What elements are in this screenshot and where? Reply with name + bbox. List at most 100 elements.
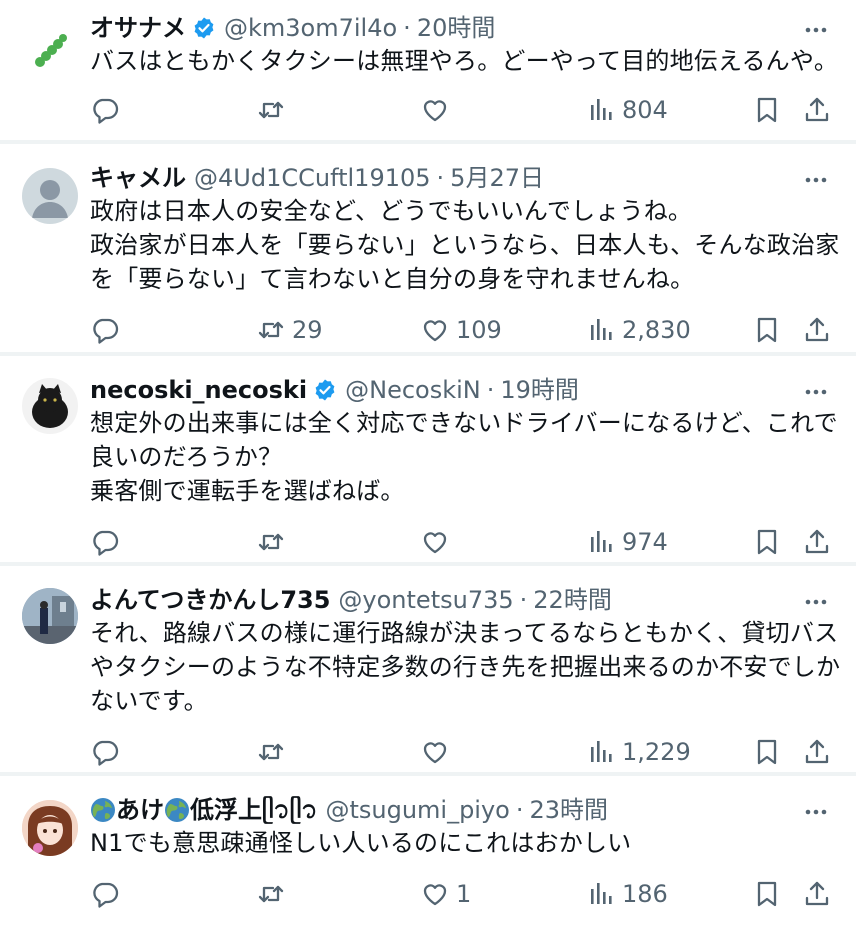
action-bar: 804 bbox=[0, 90, 856, 130]
share-button[interactable] bbox=[802, 90, 832, 130]
tweet-text-line: 政治家が日本人を「要らない」というなら、日本人も、そんな政治家 bbox=[90, 231, 840, 259]
views-button[interactable]: 974 bbox=[586, 522, 668, 562]
share-button[interactable] bbox=[802, 874, 832, 914]
tweet[interactable]: よんてつきかんし735 @yontetsu735 · 22時間 それ、路線バスの… bbox=[0, 566, 856, 772]
user-handle[interactable]: @tsugumi_piyo bbox=[325, 796, 509, 824]
heart-icon bbox=[420, 737, 450, 767]
bookmark-button[interactable] bbox=[752, 874, 782, 914]
share-icon bbox=[802, 315, 832, 345]
more-icon[interactable] bbox=[802, 166, 830, 194]
views-icon bbox=[586, 95, 616, 125]
tweet[interactable]: necoski_necoski @NecoskiN · 19時間 想定外の出来事… bbox=[0, 356, 856, 562]
action-bar: 1 186 bbox=[0, 874, 856, 914]
more-icon[interactable] bbox=[802, 798, 830, 826]
user-handle[interactable]: @km3om7il4o bbox=[224, 14, 397, 42]
avatar[interactable] bbox=[22, 588, 78, 644]
action-bar: 1,229 bbox=[0, 732, 856, 772]
display-name[interactable]: キャメル bbox=[90, 164, 186, 192]
like-button[interactable]: 1 bbox=[420, 874, 471, 914]
retweet-icon bbox=[256, 737, 286, 767]
avatar[interactable] bbox=[22, 168, 78, 224]
avatar[interactable] bbox=[22, 378, 78, 434]
timestamp[interactable]: 22時間 bbox=[533, 586, 612, 614]
display-name[interactable]: よんてつきかんし735 bbox=[90, 586, 330, 614]
reply-button[interactable] bbox=[90, 874, 120, 914]
like-button[interactable] bbox=[420, 90, 450, 130]
bookmark-button[interactable] bbox=[752, 522, 782, 562]
views-button[interactable]: 804 bbox=[586, 90, 668, 130]
tweet[interactable]: オサナメ @km3om7il4o · 20時間 バスはともかくタクシーは無理やろ… bbox=[0, 0, 856, 140]
tweet-text-line: それ、路線バスの様に運行路線が決まってるならともかく、貸切バス bbox=[90, 619, 839, 647]
action-bar: 974 bbox=[0, 522, 856, 562]
bookmark-button[interactable] bbox=[752, 90, 782, 130]
reply-icon bbox=[90, 737, 120, 767]
reply-button[interactable] bbox=[90, 90, 120, 130]
tweet[interactable]: あけ 低浮上 ᥫ᭡ᥫ᭡ @tsugumi_piyo · 23時間 N1でも意思疎… bbox=[0, 776, 856, 926]
user-handle[interactable]: @yontetsu735 bbox=[338, 586, 513, 614]
views-icon bbox=[586, 737, 616, 767]
more-icon[interactable] bbox=[802, 378, 830, 406]
separator-dot: · bbox=[519, 586, 528, 614]
timestamp[interactable]: 5月27日 bbox=[450, 164, 544, 192]
separator-dot: · bbox=[403, 14, 411, 42]
views-button[interactable]: 2,830 bbox=[586, 310, 691, 350]
timestamp[interactable]: 23時間 bbox=[530, 796, 609, 824]
reply-icon bbox=[90, 95, 120, 125]
avatar[interactable] bbox=[22, 800, 78, 856]
display-name[interactable]: あけ bbox=[116, 796, 164, 824]
views-count: 1,229 bbox=[622, 738, 691, 766]
timestamp[interactable]: 19時間 bbox=[500, 376, 579, 404]
retweet-button[interactable]: 29 bbox=[256, 310, 323, 350]
retweet-button[interactable] bbox=[256, 522, 286, 562]
tweet-text: 政府は日本人の安全など、どうでもいいんでしょうね。 政治家が日本人を「要らない」… bbox=[90, 194, 840, 296]
reply-button[interactable] bbox=[90, 522, 120, 562]
earth-globe-icon bbox=[90, 797, 116, 823]
retweet-icon bbox=[256, 527, 286, 557]
tweet-text-line: 政府は日本人の安全など、どうでもいいんでしょうね。 bbox=[90, 197, 693, 225]
heart-icon bbox=[420, 527, 450, 557]
tweet-text: バスはともかくタクシーは無理やろ。どーやって目的地伝えるんや。 bbox=[90, 44, 838, 78]
like-button[interactable] bbox=[420, 522, 450, 562]
user-handle[interactable]: @4Ud1CCuftl19105 bbox=[194, 164, 431, 192]
heart-icon bbox=[420, 95, 450, 125]
reply-button[interactable] bbox=[90, 310, 120, 350]
retweet-icon bbox=[256, 95, 286, 125]
share-icon bbox=[802, 879, 832, 909]
more-icon[interactable] bbox=[802, 16, 830, 44]
bookmark-button[interactable] bbox=[752, 732, 782, 772]
bookmark-icon bbox=[752, 315, 782, 345]
tweet-text-line: やタクシーのような不特定多数の行き先を把握出来るのか不安でしか bbox=[90, 653, 841, 681]
views-button[interactable]: 1,229 bbox=[586, 732, 691, 772]
timestamp[interactable]: 20時間 bbox=[417, 14, 496, 42]
share-button[interactable] bbox=[802, 310, 832, 350]
share-button[interactable] bbox=[802, 732, 832, 772]
avatar[interactable] bbox=[22, 22, 78, 78]
user-handle[interactable]: @NecoskiN bbox=[345, 376, 481, 404]
more-icon[interactable] bbox=[802, 588, 830, 616]
views-count: 186 bbox=[622, 880, 668, 908]
views-count: 2,830 bbox=[622, 316, 691, 344]
separator-dot: · bbox=[436, 164, 445, 192]
share-button[interactable] bbox=[802, 522, 832, 562]
retweet-button[interactable] bbox=[256, 874, 286, 914]
retweet-button[interactable] bbox=[256, 90, 286, 130]
heart-icon bbox=[420, 315, 450, 345]
retweet-button[interactable] bbox=[256, 732, 286, 772]
tweet[interactable]: キャメル @4Ud1CCuftl19105 · 5月27日 政府は日本人の安全な… bbox=[0, 144, 856, 352]
tweet-text: N1でも意思疎通怪しい人いるのにこれはおかしい bbox=[90, 826, 832, 860]
tweet-header: オサナメ @km3om7il4o · 20時間 bbox=[90, 14, 832, 42]
verified-badge-icon bbox=[192, 16, 216, 40]
views-button[interactable]: 186 bbox=[586, 874, 668, 914]
tweet-header: あけ 低浮上 ᥫ᭡ᥫ᭡ @tsugumi_piyo · 23時間 bbox=[90, 796, 832, 824]
bookmark-button[interactable] bbox=[752, 310, 782, 350]
like-button[interactable]: 109 bbox=[420, 310, 502, 350]
reply-button[interactable] bbox=[90, 732, 120, 772]
heart-icon bbox=[420, 879, 450, 909]
tweet-text-line: 想定外の出来事には全く対応できないドライバーになるけど、これで bbox=[90, 409, 838, 437]
display-name[interactable]: オサナメ bbox=[90, 14, 186, 42]
views-icon bbox=[586, 315, 616, 345]
like-button[interactable] bbox=[420, 732, 450, 772]
display-name[interactable]: necoski_necoski bbox=[90, 376, 307, 404]
views-count: 974 bbox=[622, 528, 668, 556]
display-name-part[interactable]: 低浮上 bbox=[190, 796, 262, 824]
